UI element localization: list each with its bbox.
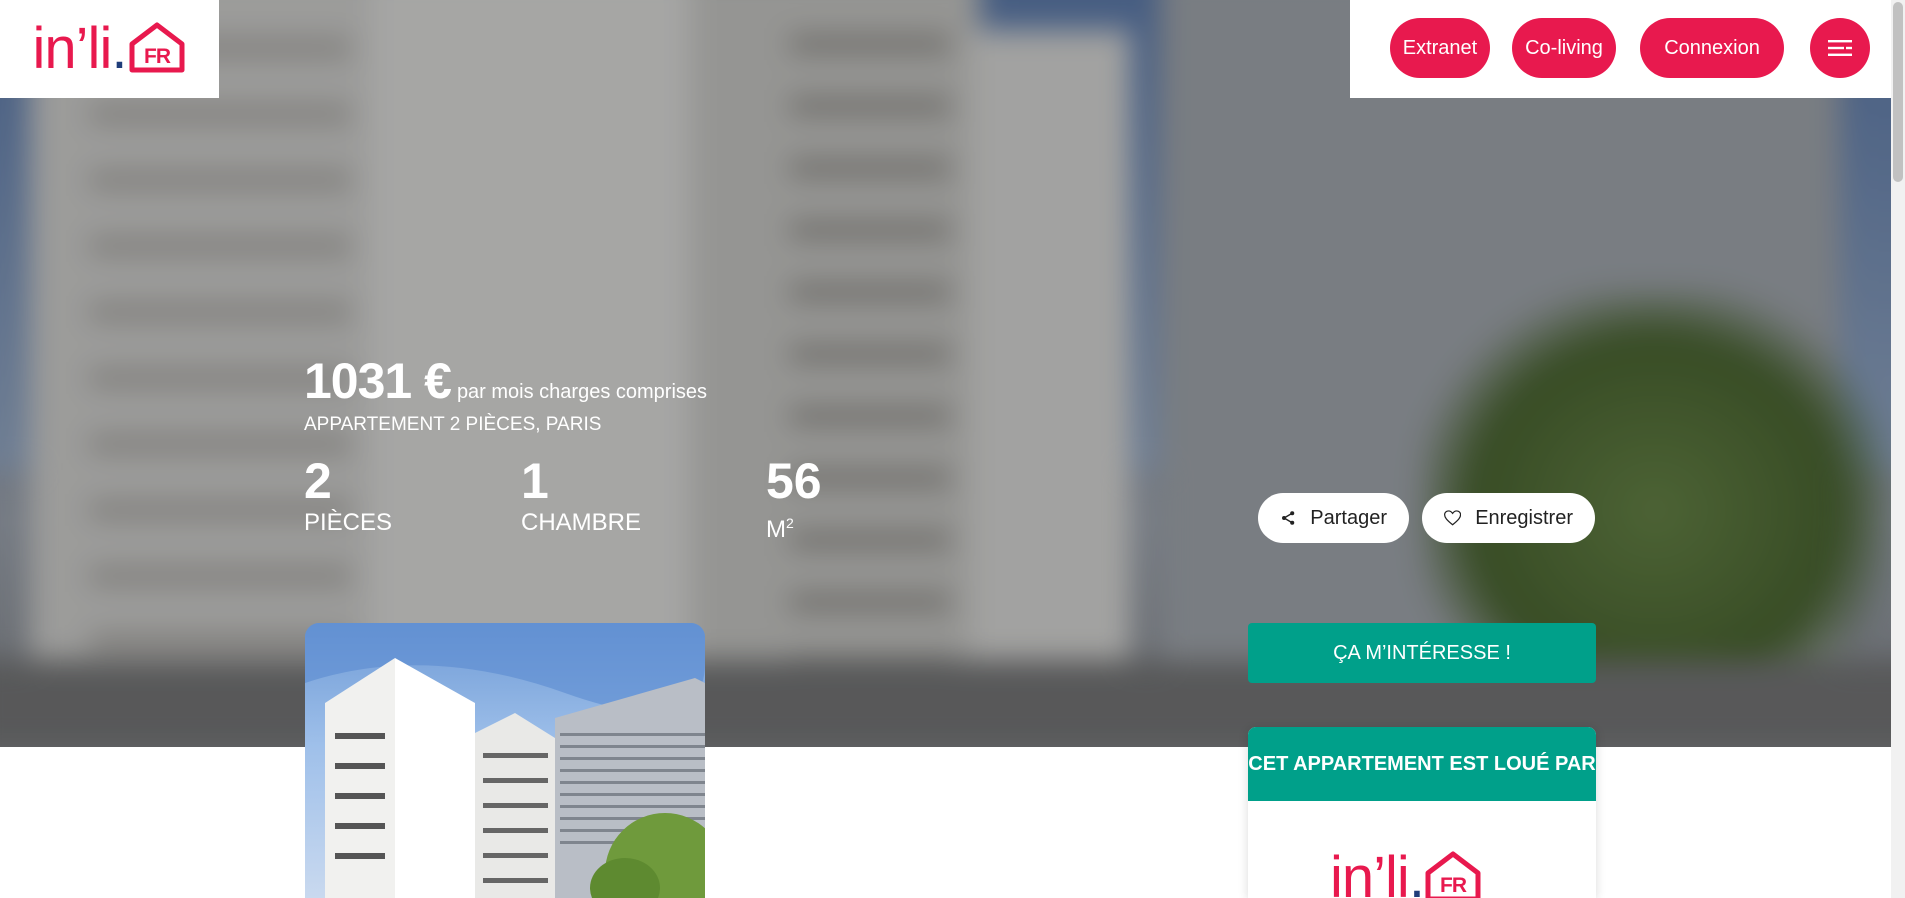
header-nav: Extranet Co-living Connexion	[1350, 0, 1905, 98]
logo-house-fr-icon: FR	[129, 22, 185, 73]
save-label: Enregistrer	[1475, 506, 1573, 529]
logo-dot: .	[111, 16, 127, 81]
listing-subtitle: APPARTEMENT 2 PIÈCES, PARIS	[304, 414, 602, 435]
stat-area-value: 56	[766, 453, 822, 509]
scrollbar-thumb[interactable]	[1893, 2, 1903, 182]
extranet-button[interactable]: Extranet	[1390, 18, 1490, 78]
connexion-button[interactable]: Connexion	[1640, 18, 1784, 78]
coliving-button[interactable]: Co-living	[1512, 18, 1616, 78]
price-note: par mois charges comprises	[456, 381, 708, 403]
landlord-logo-text: in’li	[1330, 845, 1410, 898]
interest-button[interactable]: ÇA M’INTÉRESSE !	[1248, 623, 1596, 683]
price-value: 1031 €	[304, 353, 452, 409]
share-icon	[1282, 511, 1295, 525]
landlord-card-title: CET APPARTEMENT EST LOUÉ PAR	[1248, 727, 1596, 801]
stat-rooms-value: 2	[304, 453, 332, 509]
listing-photo[interactable]	[305, 623, 705, 898]
stat-bedrooms-label: CHAMBRE	[521, 509, 642, 536]
hero-background-image	[0, 0, 1905, 747]
landlord-logo-house-fr-icon: FR	[1425, 851, 1481, 898]
stat-area-label: M2	[766, 508, 822, 545]
landlord-logo-fr-text: FR	[1440, 874, 1467, 897]
landlord-card: CET APPARTEMENT EST LOUÉ PAR in’li . FR	[1248, 727, 1596, 898]
stat-area-unit: M	[766, 516, 786, 543]
page-scrollbar[interactable]	[1891, 0, 1905, 898]
landlord-logo[interactable]: in’li . FR	[1330, 849, 1482, 898]
price-block: 1031 € par mois charges comprises	[304, 352, 707, 410]
stat-area-unit-exponent: 2	[786, 515, 794, 531]
landlord-logo-dot: .	[1408, 845, 1425, 898]
stat-rooms: 2 PIÈCES	[304, 454, 392, 538]
menu-button[interactable]	[1810, 18, 1870, 78]
stat-area: 56 M2	[766, 454, 822, 545]
menu-lines-icon	[1828, 40, 1852, 56]
save-button[interactable]: Enregistrer	[1422, 493, 1595, 543]
site-logo[interactable]: in’li . FR	[0, 0, 219, 98]
heart-icon	[1444, 510, 1462, 526]
logo-fr-text: FR	[144, 45, 171, 68]
stat-bedrooms: 1 CHAMBRE	[521, 454, 641, 538]
listing-photo-illustration	[305, 623, 705, 898]
logo-text: in’li	[32, 16, 113, 81]
share-label: Partager	[1310, 506, 1387, 529]
stat-bedrooms-value: 1	[521, 453, 549, 509]
stat-rooms-label: PIÈCES	[304, 509, 393, 536]
share-button[interactable]: Partager	[1258, 493, 1409, 543]
